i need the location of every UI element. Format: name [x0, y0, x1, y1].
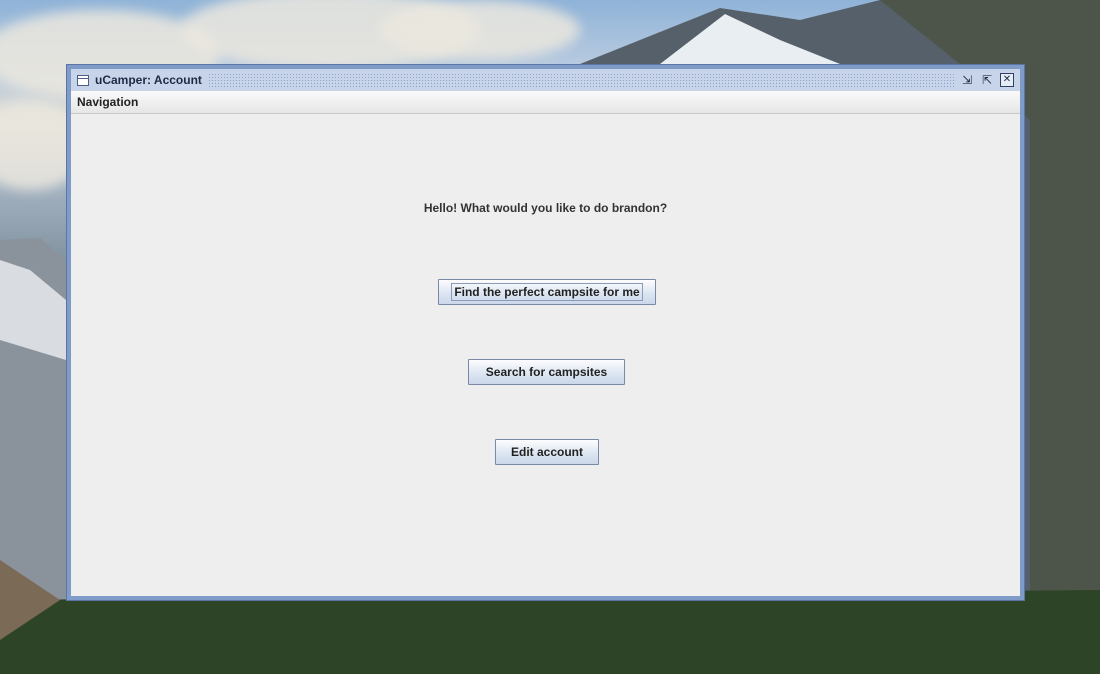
menu-navigation[interactable]: Navigation	[71, 95, 144, 109]
menu-bar: Navigation	[71, 91, 1020, 114]
window-title: uCamper: Account	[95, 73, 202, 87]
close-icon[interactable]: ✕	[1000, 73, 1014, 87]
find-perfect-campsite-label: Find the perfect campsite for me	[451, 283, 643, 301]
account-panel: Navigation Hello! What would you like to…	[71, 91, 1020, 596]
edit-account-button[interactable]: Edit account	[495, 439, 599, 465]
search-campsites-button[interactable]: Search for campsites	[468, 359, 625, 385]
title-bar-texture	[207, 73, 954, 87]
minimize-icon[interactable]: ⇲	[960, 73, 974, 87]
window-icon	[77, 74, 89, 86]
search-campsites-label: Search for campsites	[485, 365, 608, 379]
find-perfect-campsite-button[interactable]: Find the perfect campsite for me	[438, 279, 656, 305]
greeting-label: Hello! What would you like to do brandon…	[423, 201, 668, 215]
maximize-icon[interactable]: ⇱	[980, 73, 994, 87]
title-bar[interactable]: uCamper: Account ⇲ ⇱ ✕	[71, 69, 1020, 91]
edit-account-label: Edit account	[510, 445, 583, 459]
app-window: uCamper: Account ⇲ ⇱ ✕ Navigation Hello!…	[66, 64, 1025, 601]
